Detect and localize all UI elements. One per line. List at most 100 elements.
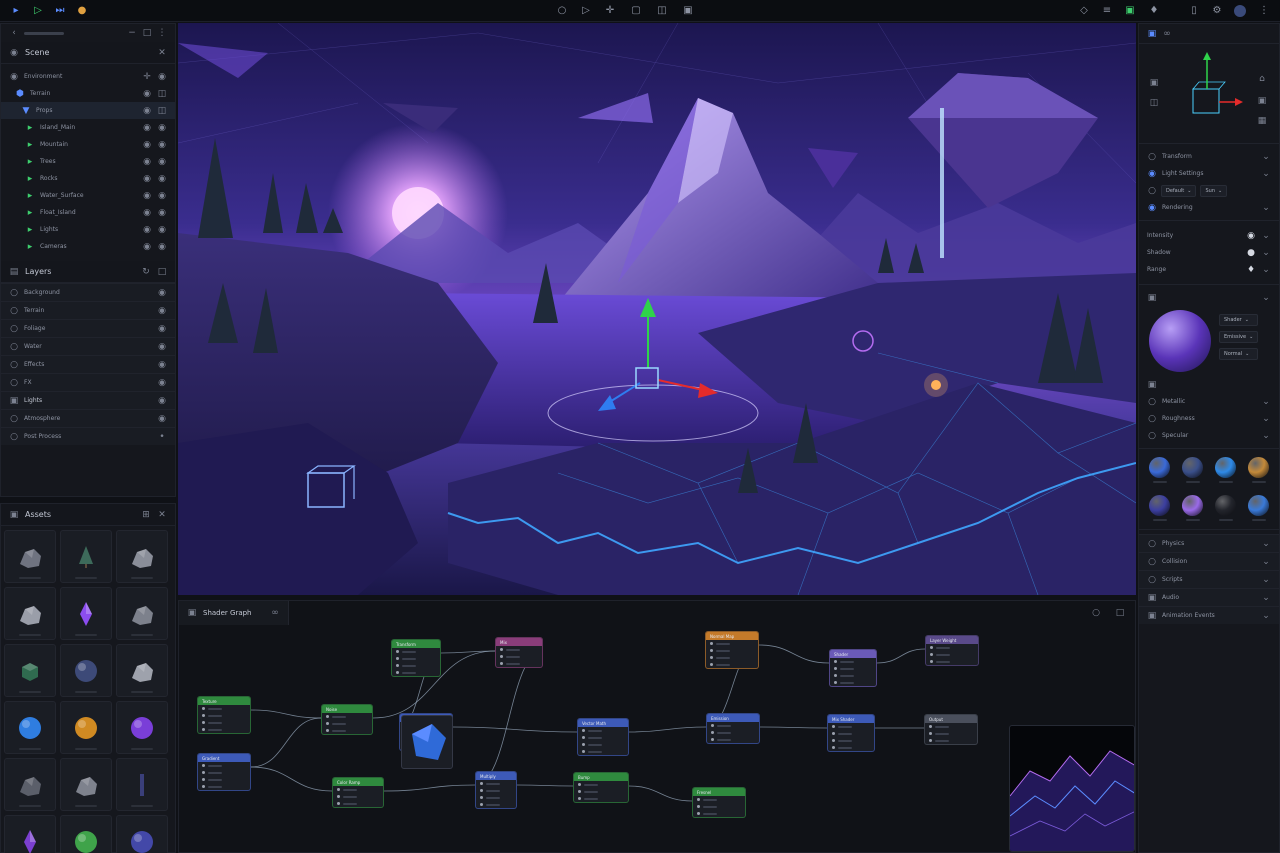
shader-node[interactable]: Mix [495, 637, 543, 668]
node-pin[interactable] [198, 726, 250, 733]
pin-socket[interactable] [396, 657, 399, 660]
tree-item[interactable]: ▸ Lights ◉ ◉ [1, 221, 175, 238]
layer-item[interactable]: ○ Atmosphere ◉ [1, 409, 175, 427]
visibility-icon[interactable]: ◉ [142, 174, 152, 184]
node-wire[interactable] [759, 726, 828, 729]
node-header[interactable]: Emission [707, 714, 759, 722]
play-icon[interactable]: ▸ [10, 5, 22, 17]
visibility-icon[interactable]: ◉ [157, 378, 167, 388]
pin-socket[interactable] [326, 729, 329, 732]
material-header[interactable]: ▣ ⌄ [1139, 289, 1279, 306]
shader-node[interactable]: Gradient [197, 753, 251, 791]
pin-socket[interactable] [337, 788, 340, 791]
lock-icon[interactable]: ◉ [157, 174, 167, 184]
lock-icon[interactable]: ◫ [157, 106, 167, 116]
move-icon[interactable]: ✛ [604, 5, 616, 17]
pin-socket[interactable] [500, 655, 503, 658]
play-tool-icon[interactable]: ▷ [580, 5, 592, 17]
node-header[interactable]: Color Ramp [333, 778, 383, 786]
node-pin[interactable] [333, 793, 383, 800]
asset-tile-rock[interactable] [4, 587, 56, 640]
material-subheader[interactable]: ▣ [1139, 376, 1279, 393]
shader-graph-editor[interactable]: ▣ Shader Graph ∞ ○ □ Texture Gradient Nois… [178, 600, 1136, 853]
shader-dropdown[interactable]: Shader ⌄ [1219, 314, 1259, 326]
visibility-icon[interactable]: ◉ [157, 396, 167, 406]
node-pin[interactable] [578, 727, 628, 734]
shader-node[interactable]: Color Ramp [332, 777, 384, 808]
pin-socket[interactable] [930, 646, 933, 649]
shader-node[interactable]: Transform [391, 639, 441, 677]
shape-icon[interactable]: ♦ [1246, 265, 1256, 275]
pin-socket[interactable] [480, 803, 483, 806]
texture-preview-node[interactable] [401, 715, 453, 769]
shader-node[interactable]: Noise [321, 704, 373, 735]
footer-section[interactable]: ○ Physics ⌄ [1139, 534, 1279, 552]
orientation-gizmo[interactable]: ▣ ◫ ⌂ ▣ ▦ [1139, 44, 1279, 144]
shader-node[interactable]: Texture [197, 696, 251, 734]
node-wire[interactable] [383, 784, 476, 792]
pin-socket[interactable] [202, 771, 205, 774]
close-icon[interactable]: ✕ [157, 510, 167, 520]
layer-item[interactable]: ○ Effects ◉ [1, 355, 175, 373]
node-pin[interactable] [578, 734, 628, 741]
tree-item[interactable]: ▼ Props ◉ ◫ [1, 102, 175, 119]
visibility-icon[interactable]: ◉ [142, 123, 152, 133]
tab-properties-icon[interactable]: ▣ [1147, 29, 1157, 39]
pin-socket[interactable] [930, 660, 933, 663]
tree-item[interactable]: ▸ Rocks ◉ ◉ [1, 170, 175, 187]
footer-section[interactable]: ○ Scripts ⌄ [1139, 570, 1279, 588]
minus-icon[interactable]: − [127, 28, 137, 38]
visibility-icon[interactable]: ◉ [142, 140, 152, 150]
node-pin[interactable] [392, 662, 440, 669]
globe-icon[interactable]: ● [76, 5, 88, 17]
visibility-icon[interactable]: • [157, 432, 167, 442]
close-icon[interactable]: ✕ [157, 48, 167, 58]
visibility-icon[interactable]: ◉ [142, 191, 152, 201]
visibility-icon[interactable]: ◉ [157, 306, 167, 316]
asset-tile-pillar[interactable] [116, 758, 168, 811]
node-pin[interactable] [706, 640, 758, 647]
node-pin[interactable] [707, 722, 759, 729]
pin-socket[interactable] [202, 728, 205, 731]
pin-socket[interactable] [929, 725, 932, 728]
phone-icon[interactable]: ▯ [1188, 5, 1200, 17]
layer-item[interactable]: ○ Terrain ◉ [1, 301, 175, 319]
node-pin[interactable] [198, 769, 250, 776]
node-pin[interactable] [392, 655, 440, 662]
material-swatch[interactable] [1248, 495, 1269, 521]
visibility-icon[interactable]: ◉ [142, 225, 152, 235]
shader-node[interactable]: Multiply [475, 771, 517, 809]
lock-icon[interactable]: ◉ [157, 225, 167, 235]
node-pin[interactable] [198, 712, 250, 719]
asset-tile-rock[interactable] [60, 758, 112, 811]
asset-tile-rock[interactable] [4, 530, 56, 583]
shader-node[interactable]: Fresnel [692, 787, 746, 818]
node-header[interactable]: Shader [830, 650, 876, 658]
pin-socket[interactable] [930, 653, 933, 656]
material-swatch[interactable] [1149, 495, 1170, 521]
pin-socket[interactable] [711, 738, 714, 741]
node-wire[interactable] [440, 650, 496, 654]
chevron-down-icon[interactable]: ⌄ [1261, 265, 1271, 275]
node-pin[interactable] [828, 730, 874, 737]
pin-socket[interactable] [929, 739, 932, 742]
maximize-icon[interactable]: □ [142, 28, 152, 38]
node-pin[interactable] [574, 781, 628, 788]
layer-item[interactable]: ○ Background ◉ [1, 283, 175, 301]
node-pin[interactable] [707, 729, 759, 736]
node-pin[interactable] [830, 679, 876, 686]
pin-socket[interactable] [500, 648, 503, 651]
node-pin[interactable] [578, 741, 628, 748]
node-pin[interactable] [830, 658, 876, 665]
node-header[interactable]: Fresnel [693, 788, 745, 796]
node-pin[interactable] [706, 647, 758, 654]
asset-tile-sphere[interactable] [60, 644, 112, 697]
tree-item[interactable]: ⬢ Terrain ◉ ◫ [1, 85, 175, 102]
asset-tile-sphere[interactable] [60, 701, 112, 754]
section-header[interactable]: ○ Transform ⌄ [1139, 148, 1279, 165]
lock-icon[interactable]: ◉ [157, 191, 167, 201]
visibility-icon[interactable]: ◉ [157, 288, 167, 298]
step-icon[interactable]: ▷ [32, 5, 44, 17]
pin-socket[interactable] [710, 663, 713, 666]
node-pin[interactable] [322, 727, 372, 734]
